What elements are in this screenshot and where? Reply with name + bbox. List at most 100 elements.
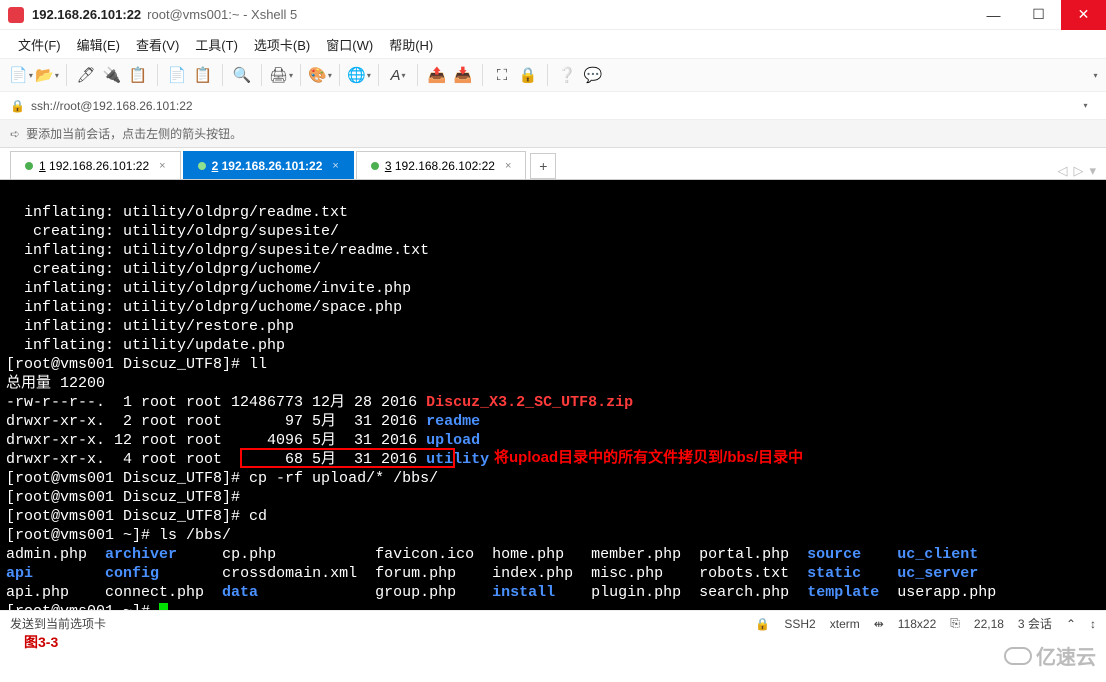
tab-close-icon[interactable]: × bbox=[159, 160, 165, 172]
address-overflow-icon[interactable]: ▾ bbox=[1074, 95, 1096, 117]
term-line: drwxr-xr-x. 2 root root 97 5月 31 2016 re… bbox=[6, 413, 480, 430]
tab-menu-icon[interactable]: ▾ bbox=[1089, 163, 1096, 179]
hint-text: 要添加当前会话，点击左侧的箭头按钮。 bbox=[26, 125, 242, 142]
tab-next-icon[interactable]: ▷ bbox=[1073, 163, 1083, 179]
separator bbox=[300, 64, 301, 86]
font-icon[interactable]: A▾ bbox=[387, 64, 409, 86]
separator bbox=[66, 64, 67, 86]
menu-tools[interactable]: 工具(T) bbox=[189, 32, 244, 57]
app-logo-icon bbox=[8, 7, 24, 23]
tab-session-1[interactable]: 1 192.168.26.101:22 × bbox=[10, 151, 181, 179]
term-line: [root@vms001 ~]# ls /bbs/ bbox=[6, 527, 231, 544]
menu-tabs[interactable]: 选项卡(B) bbox=[248, 32, 316, 57]
status-ssh: SSH2 bbox=[784, 617, 815, 631]
window-title: 192.168.26.101:22 bbox=[32, 7, 141, 22]
term-line: inflating: utility/update.php bbox=[6, 337, 303, 354]
lock-icon[interactable]: 🔒 bbox=[517, 64, 539, 86]
term-line: creating: utility/oldprg/uchome/ bbox=[6, 261, 321, 278]
color-scheme-icon[interactable]: 🎨▾ bbox=[309, 64, 331, 86]
status-lock-icon: 🔒 bbox=[755, 617, 770, 631]
tab-session-2[interactable]: 2 192.168.26.101:22 × bbox=[183, 151, 354, 179]
title-bar: 192.168.26.101:22 root@vms001:~ - Xshell… bbox=[0, 0, 1106, 30]
hint-arrow-icon[interactable]: ➪ bbox=[10, 127, 20, 141]
status-term: xterm bbox=[830, 617, 860, 631]
find-icon[interactable]: 🔍 bbox=[231, 64, 253, 86]
status-dot-icon bbox=[198, 162, 206, 170]
menu-bar: 文件(F) 编辑(E) 查看(V) 工具(T) 选项卡(B) 窗口(W) 帮助(… bbox=[0, 30, 1106, 58]
menu-file[interactable]: 文件(F) bbox=[12, 32, 67, 57]
tab-add-button[interactable]: + bbox=[530, 153, 556, 179]
term-line: drwxr-xr-x. 4 root root 68 5月 31 2016 ut… bbox=[6, 451, 489, 468]
tab-label: 192.168.26.102:22 bbox=[395, 159, 495, 173]
tab-bar: 1 192.168.26.101:22 × 2 192.168.26.101:2… bbox=[0, 148, 1106, 180]
secure-icon: 🔒 bbox=[10, 99, 25, 113]
tab-session-3[interactable]: 3 192.168.26.102:22 × bbox=[356, 151, 527, 179]
term-line: drwxr-xr-x. 12 root root 4096 5月 31 2016… bbox=[6, 432, 480, 449]
term-line: admin.php archiver cp.php favicon.ico ho… bbox=[6, 546, 978, 563]
separator bbox=[261, 64, 262, 86]
transfer-icon[interactable]: 📤 bbox=[426, 64, 448, 86]
address-url[interactable]: ssh://root@192.168.26.101:22 bbox=[31, 99, 193, 113]
menu-view[interactable]: 查看(V) bbox=[130, 32, 185, 57]
term-line: api.php connect.php data group.php insta… bbox=[6, 584, 996, 601]
separator bbox=[547, 64, 548, 86]
term-line: [root@vms001 Discuz_UTF8]# cp -rf upload… bbox=[6, 470, 438, 487]
address-bar[interactable]: 🔒 ssh://root@192.168.26.101:22 ▾ bbox=[0, 92, 1106, 120]
menu-edit[interactable]: 编辑(E) bbox=[71, 32, 126, 57]
tab-close-icon[interactable]: × bbox=[505, 160, 511, 172]
maximize-button[interactable]: ☐ bbox=[1016, 0, 1061, 30]
close-button[interactable]: ✕ bbox=[1061, 0, 1106, 30]
toolbar: 📄▾ 📂▾ 🖊 🔌 📋 📄 📋 🔍 🖨▾ 🎨▾ 🌐▾ A▾ 📤 📥 ⛶ 🔒 ❔ … bbox=[0, 58, 1106, 92]
open-icon[interactable]: 📂▾ bbox=[36, 64, 58, 86]
window-subtitle: root@vms001:~ - Xshell 5 bbox=[147, 7, 297, 22]
separator bbox=[417, 64, 418, 86]
term-line: 总用量 12200 bbox=[6, 375, 105, 392]
term-line: [root@vms001 ~]# bbox=[6, 603, 168, 610]
status-bar: 发送到当前选项卡 🔒 SSH2 xterm ⇹ 118x22 ⎘ 22,18 3… bbox=[0, 610, 1106, 636]
status-sessions: 3 会话 bbox=[1018, 615, 1052, 632]
paste-icon[interactable]: 📋 bbox=[192, 64, 214, 86]
term-line: -rw-r--r--. 1 root root 12486773 12月 28 … bbox=[6, 394, 633, 411]
tab-close-icon[interactable]: × bbox=[332, 160, 338, 172]
encoding-icon[interactable]: 🌐▾ bbox=[348, 64, 370, 86]
term-line: [root@vms001 Discuz_UTF8]# cd bbox=[6, 508, 267, 525]
tab-nav: ◁ ▷ ▾ bbox=[1057, 163, 1096, 179]
copy-icon[interactable]: 📄 bbox=[166, 64, 188, 86]
status-hint: 发送到当前选项卡 bbox=[10, 615, 106, 632]
term-line: inflating: utility/oldprg/uchome/invite.… bbox=[6, 280, 429, 297]
term-line: inflating: utility/oldprg/supesite/readm… bbox=[6, 242, 447, 259]
annotation-text: 将upload目录中的所有文件拷贝到/bbs/目录中 bbox=[494, 448, 803, 467]
status-size-icon: ⇹ bbox=[874, 617, 884, 631]
tab-prev-icon[interactable]: ◁ bbox=[1057, 163, 1067, 179]
log-icon[interactable]: 📥 bbox=[452, 64, 474, 86]
properties-icon[interactable]: 📋 bbox=[127, 64, 149, 86]
tab-label: 192.168.26.101:22 bbox=[222, 159, 323, 173]
separator bbox=[482, 64, 483, 86]
help-icon[interactable]: ❔ bbox=[556, 64, 578, 86]
menu-window[interactable]: 窗口(W) bbox=[320, 32, 379, 57]
term-line: [root@vms001 Discuz_UTF8]# ll bbox=[6, 356, 267, 373]
cloud-icon bbox=[1004, 647, 1032, 665]
fullscreen-icon[interactable]: ⛶ bbox=[491, 64, 513, 86]
status-caps-icon: ⌃ bbox=[1066, 617, 1076, 631]
menu-help[interactable]: 帮助(H) bbox=[383, 32, 439, 57]
terminal[interactable]: inflating: utility/oldprg/readme.txt cre… bbox=[0, 180, 1106, 610]
status-dot-icon bbox=[371, 162, 379, 170]
reconnect-icon[interactable]: 🖊 bbox=[75, 64, 97, 86]
cursor bbox=[159, 603, 168, 610]
figure-label: 图3-3 bbox=[24, 632, 58, 652]
status-pos: 22,18 bbox=[974, 617, 1004, 631]
separator bbox=[339, 64, 340, 86]
minimize-button[interactable]: — bbox=[971, 0, 1016, 30]
disconnect-icon[interactable]: 🔌 bbox=[101, 64, 123, 86]
chat-icon[interactable]: 💬 bbox=[582, 64, 604, 86]
new-session-icon[interactable]: 📄▾ bbox=[10, 64, 32, 86]
term-line: creating: utility/oldprg/supesite/ bbox=[6, 223, 339, 240]
tab-label: 192.168.26.101:22 bbox=[49, 159, 149, 173]
term-line: [root@vms001 Discuz_UTF8]# bbox=[6, 489, 249, 506]
tab-number: 2 bbox=[212, 159, 219, 173]
print-icon[interactable]: 🖨▾ bbox=[270, 64, 292, 86]
toolbar-overflow-icon[interactable]: ▾ bbox=[1084, 64, 1106, 86]
window-controls: — ☐ ✕ bbox=[971, 0, 1106, 30]
watermark-text: 亿速云 bbox=[1036, 641, 1096, 670]
